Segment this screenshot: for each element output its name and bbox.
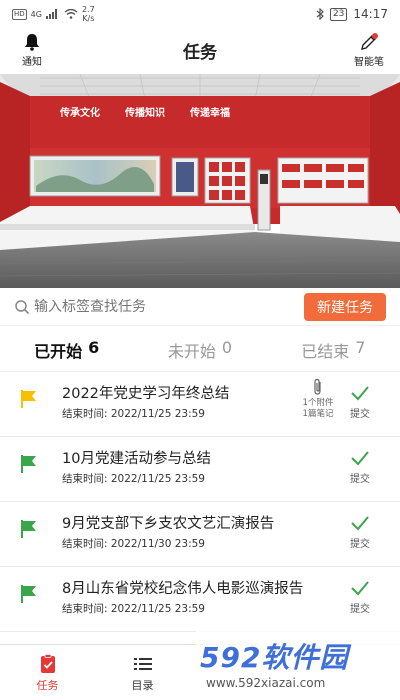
task-due: 结束时间: 2022/11/25 23:59	[62, 603, 205, 615]
task-list: 2022年党史学习年终总结 结束时间: 2022/11/25 23:59 1个附…	[0, 372, 400, 632]
task-title: 9月党支部下乡支农文艺汇演报告	[62, 516, 275, 532]
page-title: 任务	[183, 43, 217, 63]
pen-icon	[361, 33, 378, 50]
note-count: 1篇笔记	[302, 409, 334, 419]
submit-button[interactable]: 提交	[345, 384, 375, 420]
task-row[interactable]: 8月山东省党校纪念伟人电影巡演报告 结束时间: 2022/11/25 23:59…	[0, 567, 400, 632]
banner-wall-text-2: 传播知识	[124, 106, 165, 119]
network-speed: 2.7 K/s	[82, 5, 95, 23]
nav-task-label: 任务	[36, 678, 59, 692]
submit-label: 提交	[350, 409, 370, 420]
submit-label: 提交	[350, 604, 370, 615]
tab-label: 已开始	[34, 341, 83, 361]
task-row[interactable]: 10月党建活动参与总结 结束时间: 2022/11/25 23:59 提交	[0, 437, 400, 502]
wifi-icon	[64, 9, 78, 19]
attachment-indicator[interactable]: 1个附件 1篇笔记	[296, 378, 340, 420]
task-row[interactable]: 9月党支部下乡支农文艺汇演报告 结束时间: 2022/11/30 23:59 提…	[0, 502, 400, 567]
tab-count: 6	[88, 337, 100, 357]
app-header: 通知 任务 智能笔	[0, 28, 400, 74]
battery-level: 23	[329, 7, 348, 21]
new-task-button[interactable]: 新建任务	[304, 292, 386, 321]
hd-badge: HD	[12, 8, 27, 20]
clock: 14:17	[353, 7, 388, 21]
attachment-count: 1个附件	[302, 398, 334, 408]
check-icon	[351, 581, 369, 596]
nav-task[interactable]: 任务	[0, 645, 95, 700]
search-bar: 新建任务	[0, 288, 400, 326]
task-due: 结束时间: 2022/11/25 23:59	[62, 473, 205, 485]
banner-wall-text-3: 传递幸福	[189, 106, 230, 119]
signal-indicator: 4G	[30, 9, 42, 19]
task-due: 结束时间: 2022/11/25 23:59	[62, 408, 205, 420]
submit-label: 提交	[350, 474, 370, 485]
clipboard-check-icon	[40, 653, 55, 673]
cell-signal-icon	[45, 9, 57, 19]
tab-count: 7	[355, 337, 366, 357]
task-title: 10月党建活动参与总结	[62, 451, 211, 467]
watermark-url: www.592xiazai.com	[206, 676, 326, 690]
check-icon	[351, 386, 369, 401]
task-due: 结束时间: 2022/11/30 23:59	[62, 538, 205, 550]
tab-not-started[interactable]: 未开始 0	[133, 338, 266, 362]
flag-icon	[21, 455, 36, 473]
tab-ended[interactable]: 已结束 7	[267, 338, 400, 362]
flag-icon	[21, 520, 36, 538]
nav-catalog-label: 目录	[131, 678, 154, 692]
paperclip-icon	[314, 378, 321, 395]
submit-label: 提交	[350, 539, 370, 550]
flag-icon	[21, 585, 36, 603]
task-row[interactable]: 2022年党史学习年终总结 结束时间: 2022/11/25 23:59 1个附…	[0, 372, 400, 437]
status-bar: HD 4G 2.7 K/s 23 14:17	[0, 0, 400, 28]
list-icon	[133, 657, 152, 670]
search-input[interactable]	[34, 298, 304, 315]
submit-button[interactable]: 提交	[345, 579, 375, 615]
submit-button[interactable]: 提交	[345, 514, 375, 550]
search-icon	[15, 299, 30, 314]
status-tabs: 已开始 6 未开始 0 已结束 7	[0, 328, 400, 372]
check-icon	[351, 516, 369, 531]
flag-icon	[21, 390, 36, 408]
task-title: 8月山东省党校纪念伟人电影巡演报告	[62, 581, 304, 597]
bluetooth-icon	[316, 8, 324, 20]
speed-value: 2.7	[81, 5, 95, 14]
watermark-brand: 592软件园	[200, 641, 349, 674]
smartpen-label: 智能笔	[354, 57, 384, 68]
tab-label: 已结束	[301, 341, 350, 361]
speed-unit: K/s	[82, 14, 95, 23]
submit-button[interactable]: 提交	[345, 449, 375, 485]
watermark: 592软件园 www.592xiazai.com	[196, 630, 400, 700]
check-icon	[351, 451, 369, 466]
banner-wall-text-1: 传承文化	[59, 106, 100, 119]
banner-image: 传承文化 传播知识 传递幸福	[0, 74, 400, 288]
smartpen-button[interactable]: 智能笔	[354, 32, 384, 68]
tab-started[interactable]: 已开始 6	[0, 338, 133, 362]
tab-count: 0	[221, 337, 233, 357]
nav-catalog[interactable]: 目录	[95, 645, 190, 700]
task-title: 2022年党史学习年终总结	[62, 386, 230, 402]
tab-label: 未开始	[167, 341, 216, 361]
